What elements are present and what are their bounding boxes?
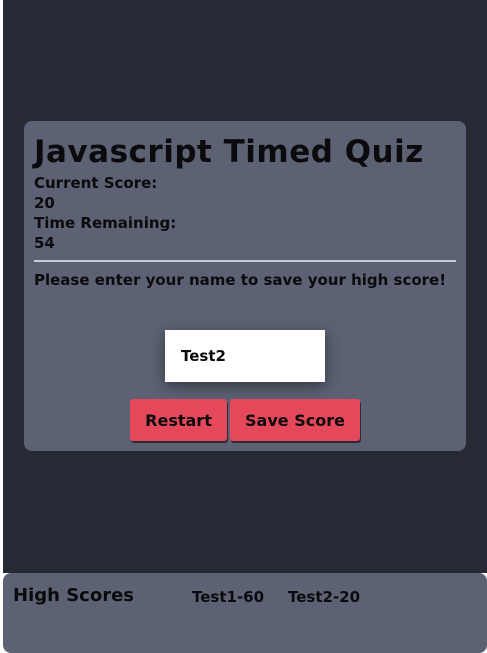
save-score-prompt: Please enter your name to save your high…	[34, 271, 447, 289]
divider	[34, 260, 456, 262]
page: Javascript Timed Quiz Current Score: 20 …	[3, 0, 487, 653]
time-remaining-value: 54	[34, 234, 55, 252]
high-scores-title: High Scores	[13, 585, 134, 606]
quiz-card: Javascript Timed Quiz Current Score: 20 …	[24, 121, 466, 451]
high-score-entry: Test2-20	[288, 588, 361, 606]
name-input[interactable]	[165, 330, 325, 382]
main-area: Javascript Timed Quiz Current Score: 20 …	[3, 0, 487, 573]
current-score-label: Current Score:	[34, 174, 158, 192]
save-score-button[interactable]: Save Score	[230, 399, 360, 441]
quiz-title: Javascript Timed Quiz	[34, 134, 424, 170]
current-score-value: 20	[34, 194, 55, 212]
restart-button[interactable]: Restart	[130, 399, 227, 441]
time-remaining-label: Time Remaining:	[34, 214, 177, 232]
high-score-entry: Test1-60	[192, 588, 265, 606]
high-scores-footer: High Scores Test1-60 Test2-20	[3, 573, 487, 653]
